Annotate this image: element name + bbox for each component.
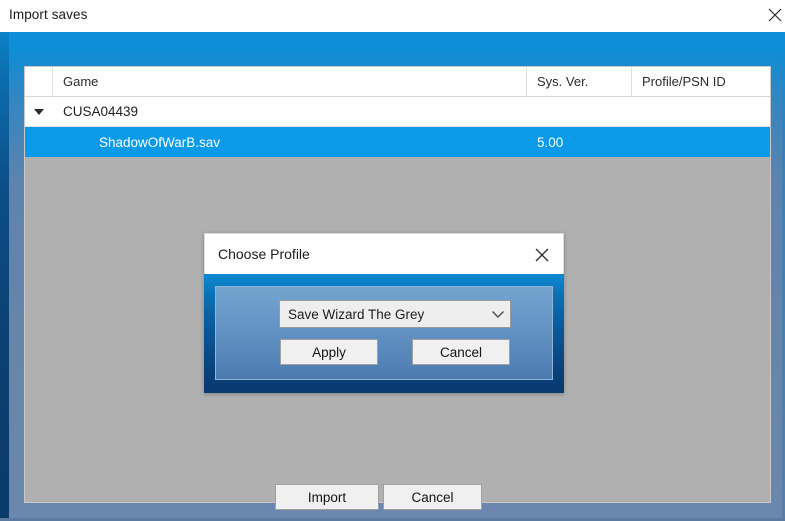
window-left-edge (0, 32, 9, 521)
close-icon[interactable] (531, 244, 553, 266)
expander-cell[interactable] (25, 97, 53, 126)
table-row[interactable]: CUSA04439 (25, 97, 770, 127)
cell-profile-psn-id (632, 127, 770, 157)
column-header-spacer[interactable] (25, 67, 53, 96)
triangle-down-icon[interactable] (34, 108, 44, 115)
import-saves-window: Game Sys. Ver. Profile/PSN ID CUSA04439 … (0, 32, 785, 521)
grid-header-row: Game Sys. Ver. Profile/PSN ID (25, 67, 770, 97)
column-header-sys-ver[interactable]: Sys. Ver. (527, 67, 632, 96)
cell-game: ShadowOfWarB.sav (99, 134, 221, 150)
host-title-bar: Import saves (0, 0, 785, 33)
table-row[interactable]: ShadowOfWarB.sav 5.00 (25, 127, 770, 157)
dialog-title: Choose Profile (218, 246, 310, 262)
cancel-button[interactable]: Cancel (383, 484, 482, 510)
page-title: Import saves (9, 7, 88, 22)
cell-game: CUSA04439 (63, 104, 139, 119)
row-spacer (25, 127, 53, 157)
dialog-title-bar: Choose Profile (204, 233, 564, 274)
dialog-cancel-button[interactable]: Cancel (412, 339, 510, 365)
profile-select[interactable]: Save Wizard The Grey (279, 300, 511, 328)
apply-button[interactable]: Apply (280, 339, 378, 365)
cell-sys-ver (527, 97, 632, 126)
column-header-game[interactable]: Game (53, 67, 527, 96)
dialog-body: Save Wizard The Grey Apply Cancel (204, 274, 564, 393)
chevron-down-icon[interactable] (486, 309, 510, 319)
cell-sys-ver: 5.00 (537, 134, 564, 150)
dialog-panel: Save Wizard The Grey Apply Cancel (215, 286, 553, 380)
profile-select-value: Save Wizard The Grey (288, 306, 425, 322)
column-header-profile-psn-id[interactable]: Profile/PSN ID (632, 67, 770, 96)
import-button[interactable]: Import (275, 484, 379, 510)
cell-profile-psn-id (632, 97, 770, 126)
choose-profile-dialog: Choose Profile Save Wizard The Grey Appl… (204, 233, 564, 393)
close-icon[interactable] (762, 4, 785, 26)
